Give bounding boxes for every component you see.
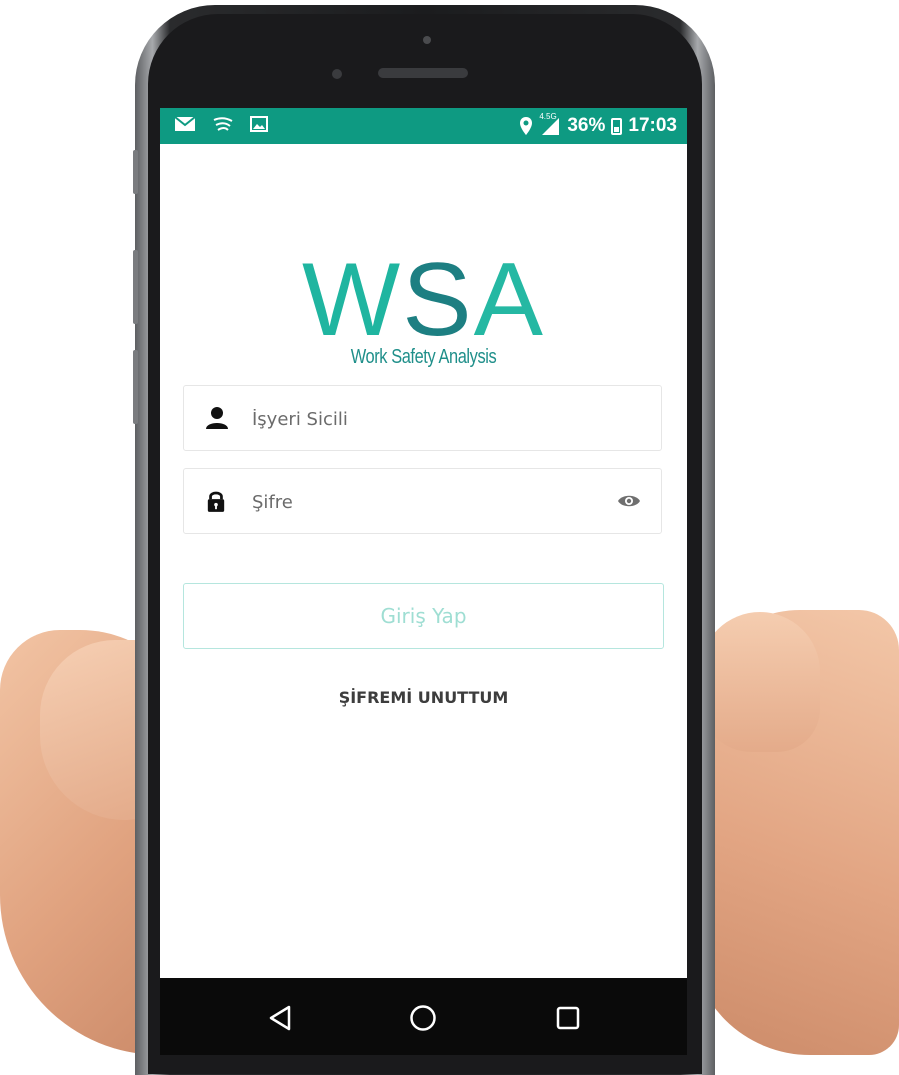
logo-letter-w: W	[302, 242, 403, 358]
phone-volume-down	[133, 350, 138, 424]
back-icon	[269, 1005, 291, 1031]
proximity-sensor	[423, 36, 431, 44]
logo-letter-a: A	[473, 242, 545, 358]
earpiece-speaker	[378, 68, 468, 78]
username-field[interactable]	[183, 385, 662, 452]
location-icon	[520, 117, 533, 135]
nav-home-button[interactable]	[403, 998, 443, 1038]
battery-icon	[611, 117, 623, 135]
status-right-icons: 4.5G 36% 17:03	[519, 112, 677, 137]
logo-letter-s: S	[402, 242, 474, 358]
eye-icon[interactable]	[617, 493, 641, 509]
username-input[interactable]	[250, 386, 594, 452]
lock-icon	[207, 491, 225, 512]
recents-icon	[556, 1006, 580, 1030]
password-field[interactable]	[183, 468, 662, 535]
android-nav-bar	[160, 978, 687, 1055]
user-icon	[206, 407, 228, 429]
signal-icon: 4.5G	[539, 112, 561, 136]
status-time: 17:03	[628, 115, 677, 136]
login-button[interactable]: Giriş Yap	[183, 583, 664, 649]
status-bar: 4.5G 36% 17:03	[160, 108, 687, 144]
logo-wordmark: WSA	[160, 248, 687, 352]
front-camera	[332, 69, 342, 79]
logo-subtitle: Work Safety Analysis	[350, 346, 497, 368]
phone-side-button	[133, 150, 138, 194]
status-left-icons	[174, 116, 268, 132]
nav-recents-button[interactable]	[548, 998, 588, 1038]
app-screen: 4.5G 36% 17:03 WSA Work Safety Analysis	[160, 108, 687, 978]
right-finger	[700, 612, 820, 752]
password-input[interactable]	[250, 469, 594, 535]
mail-icon	[174, 116, 196, 131]
app-logo: WSA Work Safety Analysis	[160, 248, 687, 369]
forgot-password-link[interactable]: ŞİFREMİ UNUTTUM	[160, 688, 687, 707]
image-icon	[250, 116, 268, 132]
home-icon	[410, 1005, 436, 1031]
battery-percent: 36%	[567, 115, 606, 136]
nav-back-button[interactable]	[260, 998, 300, 1038]
sync-icon	[213, 117, 233, 131]
phone-volume-up	[133, 250, 138, 324]
